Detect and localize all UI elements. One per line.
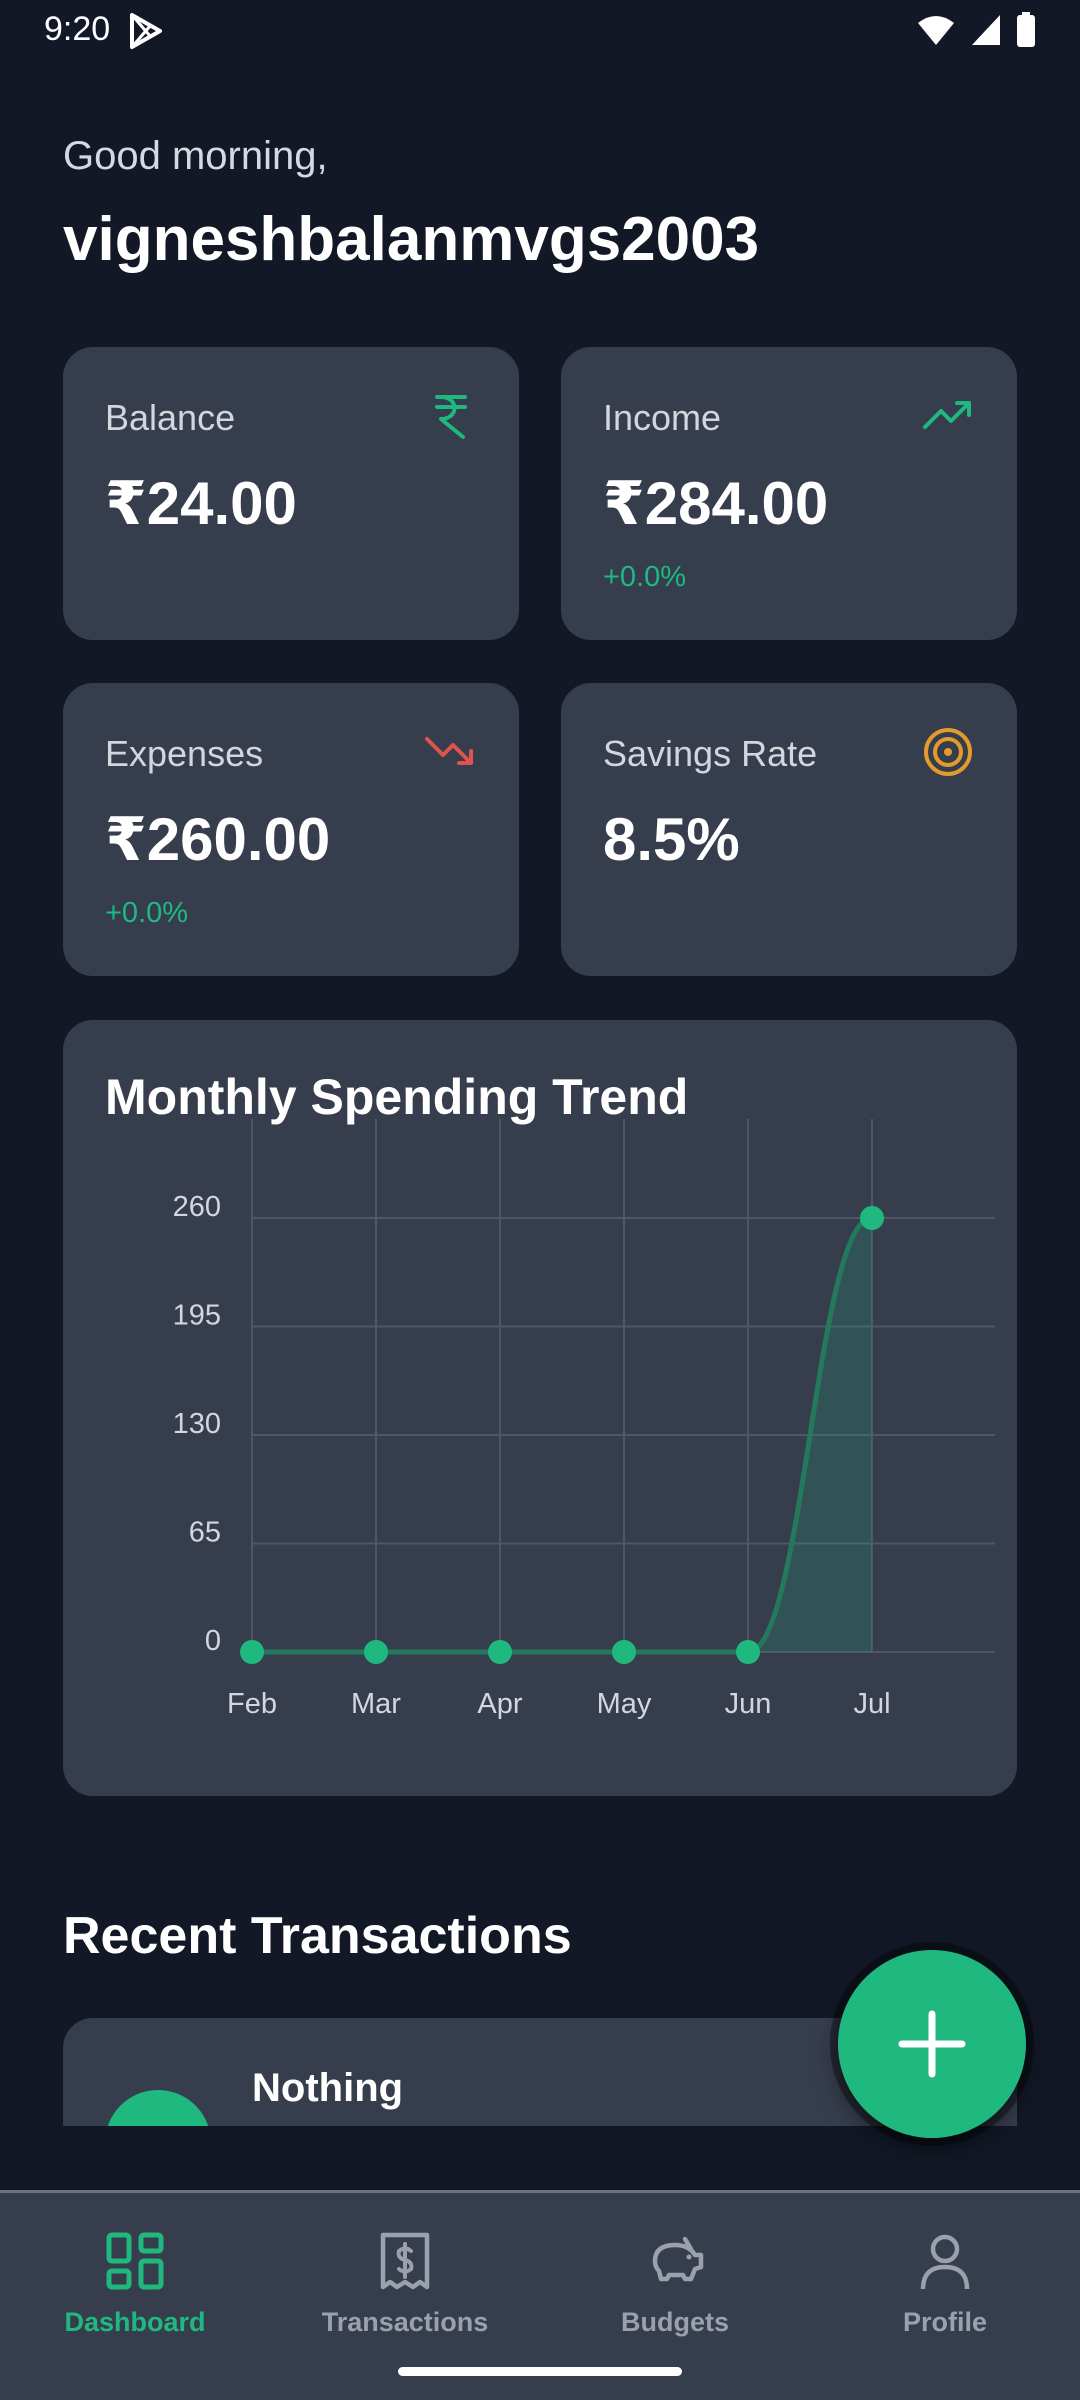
piggy-bank-icon	[652, 2236, 704, 2282]
data-point	[860, 1206, 884, 1230]
income-title: Income	[603, 397, 722, 438]
spending-trend-chart: 0 65 130 195 260 Feb Mar Apr May Jun Jul	[173, 1119, 995, 1720]
home-indicator	[398, 2367, 682, 2376]
chart-title: Monthly Spending Trend	[105, 1069, 689, 1125]
spending-trend-card: 0 65 130 195 260 Feb Mar Apr May Jun Jul Monthly S…	[63, 1020, 1017, 1796]
x-tick-label: Feb	[227, 1688, 277, 1720]
trending-up-icon	[923, 401, 971, 429]
data-point	[240, 1640, 264, 1664]
nav-label-transactions: Transactions	[321, 2307, 489, 2337]
rupee-icon	[435, 395, 467, 439]
greeting-text: Good morning,	[63, 134, 328, 178]
user-icon	[920, 2234, 970, 2290]
balance-card[interactable]: Balance ₹24.00	[63, 347, 519, 640]
add-transaction-button[interactable]	[838, 1950, 1026, 2138]
recent-transactions-heading: Recent Transactions	[63, 1907, 572, 1965]
receipt-icon	[380, 2232, 430, 2290]
plus-icon	[898, 2010, 966, 2078]
nav-label-profile: Profile	[902, 2307, 988, 2337]
nav-label-budgets: Budgets	[621, 2307, 729, 2337]
transaction-avatar	[105, 2090, 211, 2126]
target-icon	[924, 728, 972, 776]
transaction-title: Nothing	[252, 2066, 404, 2110]
nav-item-dashboard[interactable]: Dashboard	[0, 2193, 270, 2400]
income-value: ₹284.00	[603, 470, 829, 537]
nav-item-profile[interactable]: Profile	[810, 2193, 1080, 2400]
data-point	[612, 1640, 636, 1664]
y-tick-label: 130	[173, 1408, 221, 1440]
expenses-change: +0.0%	[105, 897, 189, 929]
status-icons	[916, 12, 1036, 48]
app-root: 9:20 Good morning, vigneshbalanmvgs2003 …	[0, 0, 1080, 2400]
cellular-signal-icon	[972, 15, 1000, 45]
y-tick-label: 260	[173, 1191, 221, 1223]
balance-value: ₹24.00	[105, 470, 297, 537]
balance-title: Balance	[105, 397, 236, 438]
nav-label-dashboard: Dashboard	[64, 2307, 206, 2337]
wifi-icon	[918, 16, 954, 45]
y-tick-label: 0	[205, 1625, 221, 1657]
income-card[interactable]: Income ₹284.00 +0.0%	[561, 347, 1017, 640]
dashboard-icon	[106, 2232, 164, 2290]
status-bar: 9:20	[0, 0, 1080, 62]
play-store-icon	[130, 13, 162, 49]
savings-title: Savings Rate	[603, 733, 818, 774]
y-tick-label: 195	[173, 1300, 221, 1332]
y-tick-label: 65	[189, 1517, 221, 1549]
data-point	[364, 1640, 388, 1664]
expenses-title: Expenses	[105, 733, 264, 774]
expenses-card[interactable]: Expenses ₹260.00 +0.0%	[63, 683, 519, 976]
username-heading: vigneshbalanmvgs2003	[63, 205, 760, 274]
data-point	[488, 1640, 512, 1664]
data-point	[736, 1640, 760, 1664]
income-change: +0.0%	[603, 561, 687, 593]
expenses-value: ₹260.00	[105, 806, 331, 873]
x-tick-label: Apr	[477, 1688, 522, 1720]
x-tick-label: Jun	[725, 1688, 772, 1720]
x-tick-label: Mar	[351, 1688, 401, 1720]
status-time: 9:20	[44, 10, 111, 48]
x-tick-label: Jul	[853, 1688, 890, 1720]
savings-value: 8.5%	[603, 806, 740, 873]
x-tick-label: May	[597, 1688, 652, 1720]
savings-rate-card[interactable]: Savings Rate 8.5%	[561, 683, 1017, 976]
battery-icon	[1017, 12, 1035, 47]
trending-down-icon	[425, 737, 473, 765]
